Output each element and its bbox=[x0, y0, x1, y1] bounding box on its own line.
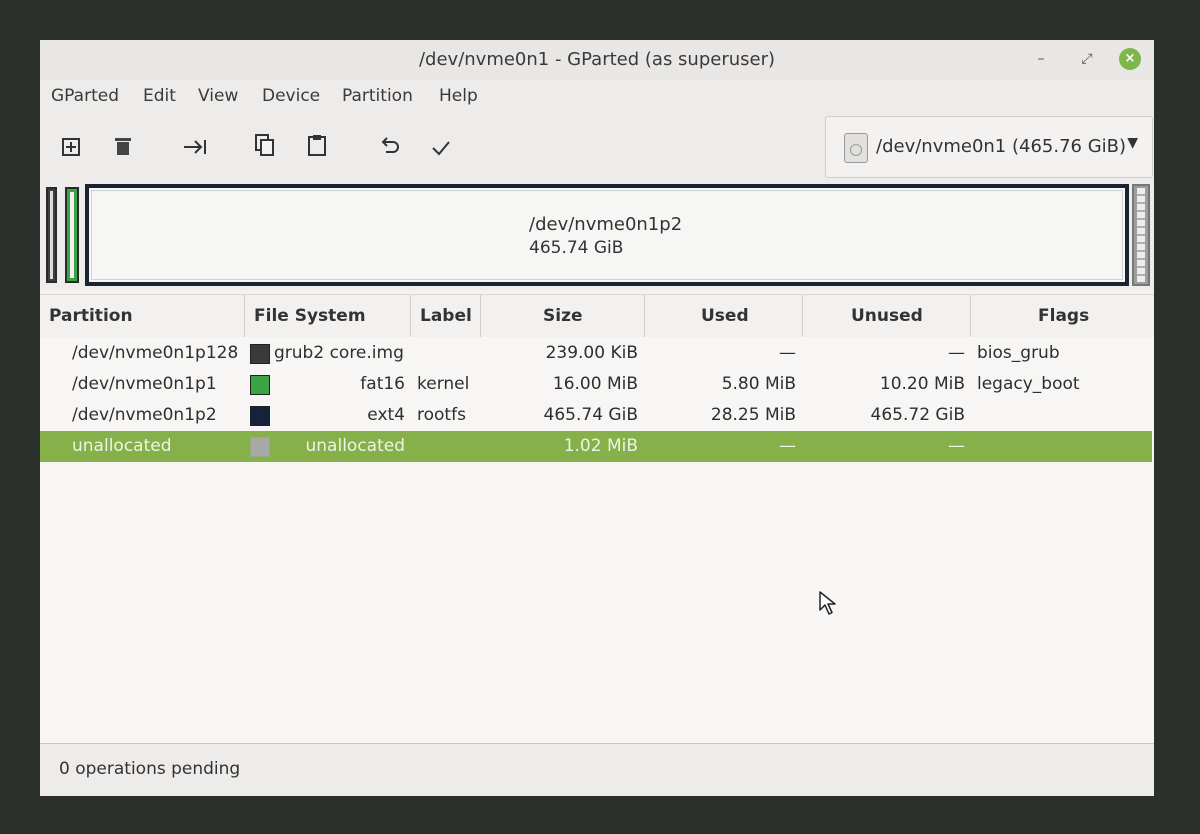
paste-icon[interactable] bbox=[302, 134, 332, 164]
close-icon[interactable]: × bbox=[1119, 48, 1141, 70]
cell-used: — bbox=[779, 436, 796, 456]
cell-size: 239.00 KiB bbox=[545, 343, 638, 363]
menu-edit[interactable]: Edit bbox=[143, 86, 176, 106]
cell-file-system: grub2 core.img bbox=[274, 343, 404, 363]
apply-icon[interactable] bbox=[426, 134, 456, 164]
status-bar: 0 operations pending bbox=[40, 744, 1154, 796]
disk-icon bbox=[844, 133, 868, 163]
column-size[interactable]: Size bbox=[481, 295, 645, 337]
menu-gparted[interactable]: GParted bbox=[51, 86, 119, 106]
table-row[interactable]: /dev/nvme0n1p1 fat16 kernel 16.00 MiB 5.… bbox=[40, 369, 1152, 400]
column-label[interactable]: Label bbox=[411, 295, 481, 337]
mouse-cursor-icon bbox=[819, 591, 836, 615]
cell-partition: /dev/nvme0n1p1 bbox=[72, 374, 217, 394]
table-row[interactable]: /dev/nvme0n1p2 ext4 rootfs 465.74 GiB 28… bbox=[40, 400, 1152, 431]
partition-graph: /dev/nvme0n1p2 465.74 GiB bbox=[40, 184, 1154, 290]
cell-partition: /dev/nvme0n1p128 bbox=[72, 343, 239, 363]
title-bar[interactable]: /dev/nvme0n1 - GParted (as superuser) – … bbox=[40, 40, 1154, 80]
menu-bar: GParted Edit View Device Partition Help bbox=[40, 80, 1154, 114]
cell-label: kernel bbox=[417, 374, 470, 394]
cell-file-system: unallocated bbox=[305, 436, 406, 456]
table-header: Partition File System Label Size Used Un… bbox=[40, 294, 1154, 338]
column-used[interactable]: Used bbox=[645, 295, 803, 337]
cell-label: rootfs bbox=[417, 405, 466, 425]
graph-segment-p1[interactable] bbox=[65, 187, 79, 283]
window-title: /dev/nvme0n1 - GParted (as superuser) bbox=[418, 49, 776, 70]
cell-unused: 465.72 GiB bbox=[870, 405, 965, 425]
graph-segment-p128[interactable] bbox=[46, 187, 57, 283]
graph-segment-p2[interactable]: /dev/nvme0n1p2 465.74 GiB bbox=[85, 184, 1129, 286]
column-flags[interactable]: Flags bbox=[971, 295, 1154, 337]
cell-flags: bios_grub bbox=[977, 343, 1060, 363]
cell-used: 28.25 MiB bbox=[710, 405, 796, 425]
cell-size: 1.02 MiB bbox=[563, 436, 638, 456]
graph-p2-name: /dev/nvme0n1p2 bbox=[529, 214, 683, 235]
cell-unused: — bbox=[948, 436, 965, 456]
fs-color-swatch bbox=[250, 406, 270, 426]
table-row-selected[interactable]: unallocated unallocated 1.02 MiB — — bbox=[40, 431, 1152, 462]
gparted-window: /dev/nvme0n1 - GParted (as superuser) – … bbox=[40, 40, 1154, 796]
cell-file-system: fat16 bbox=[360, 374, 405, 394]
minimize-icon[interactable]: – bbox=[1030, 48, 1052, 70]
graph-segment-unallocated[interactable] bbox=[1132, 184, 1150, 286]
new-partition-icon[interactable] bbox=[56, 134, 86, 164]
chevron-down-icon: ▼ bbox=[1127, 135, 1138, 151]
fs-color-swatch bbox=[250, 375, 270, 395]
cell-unused: — bbox=[948, 343, 965, 363]
fs-color-swatch bbox=[250, 437, 270, 457]
menu-help[interactable]: Help bbox=[439, 86, 478, 106]
menu-device[interactable]: Device bbox=[262, 86, 320, 106]
delete-icon[interactable] bbox=[108, 134, 138, 164]
partition-table: /dev/nvme0n1p128 grub2 core.img 239.00 K… bbox=[40, 337, 1154, 743]
cell-used: — bbox=[779, 343, 796, 363]
menu-view[interactable]: View bbox=[198, 86, 238, 106]
copy-icon[interactable] bbox=[250, 134, 280, 164]
cell-partition: unallocated bbox=[72, 436, 172, 456]
menu-partition[interactable]: Partition bbox=[342, 86, 413, 106]
fs-color-swatch bbox=[250, 344, 270, 364]
column-file-system[interactable]: File System bbox=[245, 295, 411, 337]
cell-unused: 10.20 MiB bbox=[879, 374, 965, 394]
column-partition[interactable]: Partition bbox=[40, 295, 245, 337]
cell-size: 16.00 MiB bbox=[552, 374, 638, 394]
undo-icon[interactable] bbox=[375, 134, 405, 164]
cell-used: 5.80 MiB bbox=[721, 374, 796, 394]
device-selector-label: /dev/nvme0n1 (465.76 GiB) bbox=[876, 136, 1127, 157]
table-row[interactable]: /dev/nvme0n1p128 grub2 core.img 239.00 K… bbox=[40, 338, 1152, 369]
toolbar: /dev/nvme0n1 (465.76 GiB) ▼ bbox=[40, 114, 1154, 184]
cell-size: 465.74 GiB bbox=[543, 405, 638, 425]
cell-flags: legacy_boot bbox=[977, 374, 1080, 394]
cell-partition: /dev/nvme0n1p2 bbox=[72, 405, 217, 425]
maximize-icon[interactable]: ⤢ bbox=[1076, 48, 1098, 70]
operations-pending-status: 0 operations pending bbox=[59, 759, 241, 779]
resize-move-icon[interactable] bbox=[180, 134, 210, 164]
graph-p2-size: 465.74 GiB bbox=[529, 238, 624, 258]
column-unused[interactable]: Unused bbox=[803, 295, 971, 337]
device-selector[interactable]: /dev/nvme0n1 (465.76 GiB) ▼ bbox=[825, 116, 1153, 178]
cell-file-system: ext4 bbox=[367, 405, 405, 425]
